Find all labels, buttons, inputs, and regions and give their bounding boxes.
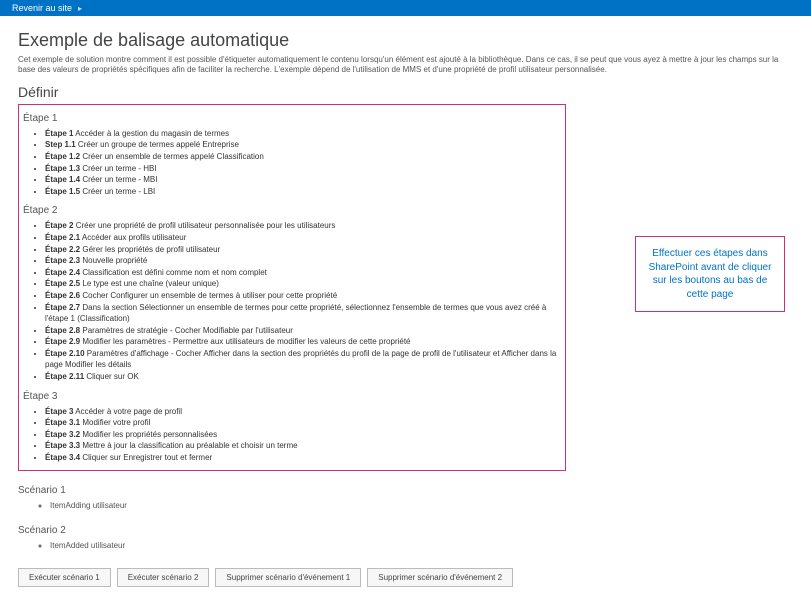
list-item: Étape 3.4 Cliquer sur Enregistrer tout e…	[45, 452, 561, 464]
list-item: Étape 2.7 Dans la section Sélectionner u…	[45, 302, 561, 325]
list-item: Étape 3 Accéder à votre page de profil	[45, 406, 561, 418]
list-item: Étape 2 Créer une propriété de profil ut…	[45, 220, 561, 232]
list-item: ItemAdded utilisateur	[50, 540, 793, 552]
button-row: Exécuter scénario 1 Exécuter scénario 2 …	[18, 568, 793, 587]
list-item: Étape 1.3 Créer un terme - HBI	[45, 163, 561, 175]
run-scenario-1-button[interactable]: Exécuter scénario 1	[18, 568, 111, 587]
list-item: Étape 2.9 Modifier les paramètres - Perm…	[45, 336, 561, 348]
list-item: Étape 2.1 Accéder aux profils utilisateu…	[45, 232, 561, 244]
arrow-right-icon: ▸	[78, 4, 82, 13]
etape2-heading: Étape 2	[23, 205, 561, 216]
page-content: Exemple de balisage automatique Cet exem…	[0, 16, 811, 599]
list-item: Étape 1.4 Créer un terme - MBI	[45, 174, 561, 186]
list-item: Step 1.1 Créer un groupe de termes appel…	[45, 139, 561, 151]
list-item: Étape 2.11 Cliquer sur OK	[45, 371, 561, 383]
list-item: Étape 3.2 Modifier les propriétés person…	[45, 429, 561, 441]
list-item: Étape 2.2 Gérer les propriétés de profil…	[45, 244, 561, 256]
list-item: Étape 2.10 Paramètres d'affichage - Coch…	[45, 348, 561, 371]
list-item: Étape 2.3 Nouvelle propriété	[45, 255, 561, 267]
run-scenario-2-button[interactable]: Exécuter scénario 2	[117, 568, 210, 587]
scenario1-list: ItemAdding utilisateur	[18, 500, 793, 512]
definir-heading: Définir	[18, 84, 793, 100]
etape1-list: Étape 1 Accéder à la gestion du magasin …	[23, 128, 561, 198]
steps-box: Étape 1 Étape 1 Accéder à la gestion du …	[18, 104, 566, 471]
scenario1-heading: Scénario 1	[18, 485, 793, 496]
intro-text: Cet exemple de solution montre comment i…	[18, 55, 793, 76]
list-item: Étape 1 Accéder à la gestion du magasin …	[45, 128, 561, 140]
page-title: Exemple de balisage automatique	[18, 30, 793, 51]
etape1-heading: Étape 1	[23, 113, 561, 124]
scenario2-heading: Scénario 2	[18, 525, 793, 536]
list-item: ItemAdding utilisateur	[50, 500, 793, 512]
list-item: Étape 2.4 Classification est défini comm…	[45, 267, 561, 279]
etape3-heading: Étape 3	[23, 391, 561, 402]
list-item: Étape 2.8 Paramètres de stratégie - Coch…	[45, 325, 561, 337]
top-bar: Revenir au site ▸	[0, 0, 811, 16]
back-to-site-link[interactable]: Revenir au site	[12, 3, 72, 13]
list-item: Étape 1.5 Créer un terme - LBI	[45, 186, 561, 198]
list-item: Étape 3.1 Modifier votre profil	[45, 417, 561, 429]
delete-event-scenario-2-button[interactable]: Supprimer scénario d'événement 2	[367, 568, 513, 587]
callout-box: Effectuer ces étapes dans SharePoint ava…	[635, 236, 785, 312]
etape3-list: Étape 3 Accéder à votre page de profil É…	[23, 406, 561, 464]
list-item: Étape 2.6 Cocher Configurer un ensemble …	[45, 290, 561, 302]
delete-event-scenario-1-button[interactable]: Supprimer scénario d'événement 1	[215, 568, 361, 587]
list-item: Étape 1.2 Créer un ensemble de termes ap…	[45, 151, 561, 163]
scenario2-list: ItemAdded utilisateur	[18, 540, 793, 552]
list-item: Étape 3.3 Mettre à jour la classificatio…	[45, 440, 561, 452]
etape2-list: Étape 2 Créer une propriété de profil ut…	[23, 220, 561, 382]
list-item: Étape 2.5 Le type est une chaîne (valeur…	[45, 278, 561, 290]
